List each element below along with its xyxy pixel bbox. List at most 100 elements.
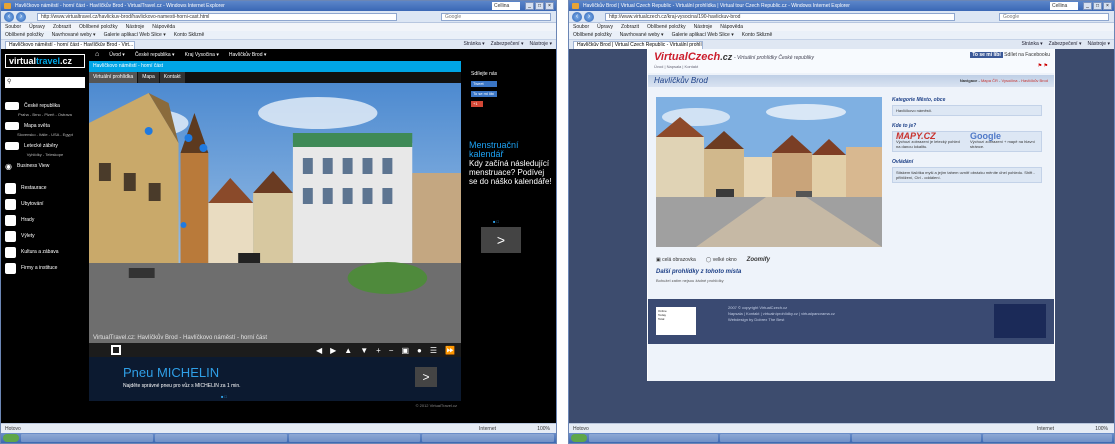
- taskbar-button[interactable]: [720, 434, 850, 442]
- menu-help[interactable]: Nápověda: [720, 23, 743, 31]
- zoom-in-icon[interactable]: +: [376, 346, 381, 355]
- taskbar-button[interactable]: [21, 434, 153, 442]
- grid-icon[interactable]: [111, 345, 121, 355]
- fav-item[interactable]: Oblíbené položky: [5, 31, 44, 39]
- zoomify-link[interactable]: Zoomify: [747, 257, 770, 263]
- visitor-map-icon[interactable]: [994, 304, 1046, 338]
- menu-file[interactable]: Soubor: [573, 23, 589, 31]
- sidebar-item-sub[interactable]: Praha - Brno - Plzeň - Ostrava: [5, 112, 85, 117]
- panorama-viewer[interactable]: VirtualTravel.cz: Havlíčkův Brod - Havlí…: [89, 83, 461, 343]
- gplus-button[interactable]: +1: [471, 101, 483, 107]
- page-menu[interactable]: Stránka ▾: [1022, 40, 1043, 49]
- hotspot-icon[interactable]: ●: [417, 346, 422, 355]
- nav-item[interactable]: Úvod ▾: [109, 49, 125, 61]
- category-companies[interactable]: Firmy a instituce: [5, 262, 85, 274]
- google-search-input[interactable]: Google: [441, 13, 551, 21]
- facebook-like-button[interactable]: To se mi líbí: [471, 91, 497, 97]
- twitter-button[interactable]: Tweet: [471, 81, 497, 87]
- tab-contact[interactable]: Kontakt: [159, 72, 185, 83]
- menu-view[interactable]: Zobrazit: [621, 23, 639, 31]
- menu-tools[interactable]: Nástroje: [126, 23, 145, 31]
- menu-icon[interactable]: ☰: [430, 346, 437, 355]
- fav-item[interactable]: Galerie aplikací Web Slice ▾: [672, 31, 734, 39]
- arrow-up-icon[interactable]: ▲: [344, 346, 352, 355]
- category-restaurants[interactable]: Restaurace: [5, 182, 85, 194]
- address-input[interactable]: http://www.virtualczech.cz/kraj-vysocina…: [605, 13, 955, 21]
- title-search-box[interactable]: Cellina: [492, 2, 520, 10]
- menu-view[interactable]: Zobrazit: [53, 23, 71, 31]
- site-logo[interactable]: virtualtravel.cz: [1, 49, 89, 73]
- safety-menu[interactable]: Zabezpečení ▾: [491, 40, 524, 49]
- sidebar-item-czech[interactable]: České republika: [5, 100, 85, 112]
- menu-edit[interactable]: Úpravy: [29, 23, 45, 31]
- browser-tab[interactable]: Havlíčkův Brod | Virtual Czech Republic …: [573, 41, 703, 49]
- safety-menu[interactable]: Zabezpečení ▾: [1049, 40, 1082, 49]
- calendar-arrow-button[interactable]: >: [481, 227, 521, 253]
- webdesign-credit[interactable]: Webdesign by Dobrex The Best: [728, 317, 835, 323]
- category-box[interactable]: Havlíčkovo náměstí.: [892, 105, 1042, 116]
- sidebar-item-sub[interactable]: Slovensko - Itálie - USA - Egypt: [5, 132, 85, 137]
- fav-item[interactable]: Navrhované weby ▾: [52, 31, 96, 39]
- large-window-link[interactable]: ◯ velké okno: [706, 257, 737, 263]
- category-trips[interactable]: Výlety: [5, 230, 85, 242]
- fullscreen-icon[interactable]: ▣: [401, 346, 409, 355]
- start-button[interactable]: [571, 434, 587, 442]
- nav-item[interactable]: České republika ▾: [135, 49, 175, 61]
- arrow-right-icon[interactable]: ▶: [330, 346, 336, 355]
- nav-item[interactable]: Havlíčkův Brod ▾: [229, 49, 267, 61]
- google-search-input[interactable]: Google: [999, 13, 1109, 21]
- menu-favorites[interactable]: Oblíbené položky: [647, 23, 686, 31]
- sidebar-item-world[interactable]: Mapa světa: [5, 120, 85, 132]
- taskbar-button[interactable]: [589, 434, 719, 442]
- arrow-left-icon[interactable]: ◀: [316, 346, 322, 355]
- tools-menu[interactable]: Nástroje ▾: [529, 40, 552, 49]
- panorama-viewer[interactable]: [656, 97, 882, 247]
- title-search-box[interactable]: Cellina: [1050, 2, 1078, 10]
- taskbar-button[interactable]: [982, 434, 1112, 442]
- category-castles[interactable]: Hrady: [5, 214, 85, 226]
- taskbar-button[interactable]: [154, 434, 287, 442]
- close-button[interactable]: ×: [1103, 2, 1112, 10]
- sidebar-item-business[interactable]: ◉ Business View: [5, 160, 85, 172]
- menu-file[interactable]: Soubor: [5, 23, 21, 31]
- facebook-like-button[interactable]: To se mi líbí: [970, 52, 1003, 58]
- category-culture[interactable]: Kultura a zábava: [5, 246, 85, 258]
- back-button[interactable]: ‹: [572, 12, 582, 22]
- site-search-input[interactable]: ⚲: [5, 77, 85, 88]
- tab-virtual-tour[interactable]: Virtuální prohlídka: [89, 72, 138, 83]
- start-button[interactable]: [3, 434, 19, 442]
- fav-item[interactable]: Navrhované weby ▾: [620, 31, 664, 39]
- fav-item[interactable]: Oblíbené položky: [573, 31, 612, 39]
- michelin-ad[interactable]: Pneu MICHELIN Najděte správné pneu pro v…: [89, 357, 461, 401]
- site-logo[interactable]: VirtualCzech.cz: [654, 51, 732, 63]
- forward-button[interactable]: ›: [584, 12, 594, 22]
- maximize-button[interactable]: □: [535, 2, 544, 10]
- facebook-share[interactable]: To se mi líbí Sdílet na Facebooku: [970, 52, 1050, 58]
- google-maps-link[interactable]: Google Výchozí zobrazení + mapě na hlavn…: [970, 132, 1038, 150]
- menu-tools[interactable]: Nástroje: [694, 23, 713, 31]
- sidebar-item-sub[interactable]: Vyhlídky - Teleskope: [5, 152, 85, 157]
- nav-item[interactable]: Kraj Vysočina ▾: [185, 49, 219, 61]
- fav-item[interactable]: Konto Sklizně: [742, 31, 773, 39]
- tab-map[interactable]: Mapa: [138, 72, 159, 83]
- menu-help[interactable]: Nápověda: [152, 23, 175, 31]
- minimize-button[interactable]: _: [1083, 2, 1092, 10]
- category-accommodation[interactable]: Ubytování: [5, 198, 85, 210]
- breadcrumb-link[interactable]: Mapa ČR: [981, 78, 998, 83]
- minimize-button[interactable]: _: [525, 2, 534, 10]
- fav-item[interactable]: Galerie aplikací Web Slice ▾: [104, 31, 166, 39]
- tools-menu[interactable]: Nástroje ▾: [1087, 40, 1110, 49]
- fullscreen-link[interactable]: ▣ celá obrazovka: [656, 257, 696, 263]
- address-input[interactable]: http://www.virtualtravel.cz/havlickuv-br…: [37, 13, 397, 21]
- page-menu[interactable]: Stránka ▾: [464, 40, 485, 49]
- taskbar-button[interactable]: [288, 434, 421, 442]
- forward-button[interactable]: ›: [16, 12, 26, 22]
- ad-arrow-button[interactable]: >: [415, 367, 437, 387]
- arrow-down-icon[interactable]: ▼: [360, 346, 368, 355]
- menu-edit[interactable]: Úpravy: [597, 23, 613, 31]
- calendar-pager-dots[interactable]: ■ □: [493, 219, 499, 224]
- breadcrumb-link[interactable]: Havlíčkův Brod: [1021, 78, 1048, 83]
- language-flags-icon[interactable]: ⚑ ⚑: [1038, 63, 1048, 69]
- taskbar-button[interactable]: [422, 434, 554, 442]
- browser-tab[interactable]: Havlíčkovo náměstí - horní část - Havlíč…: [5, 41, 135, 49]
